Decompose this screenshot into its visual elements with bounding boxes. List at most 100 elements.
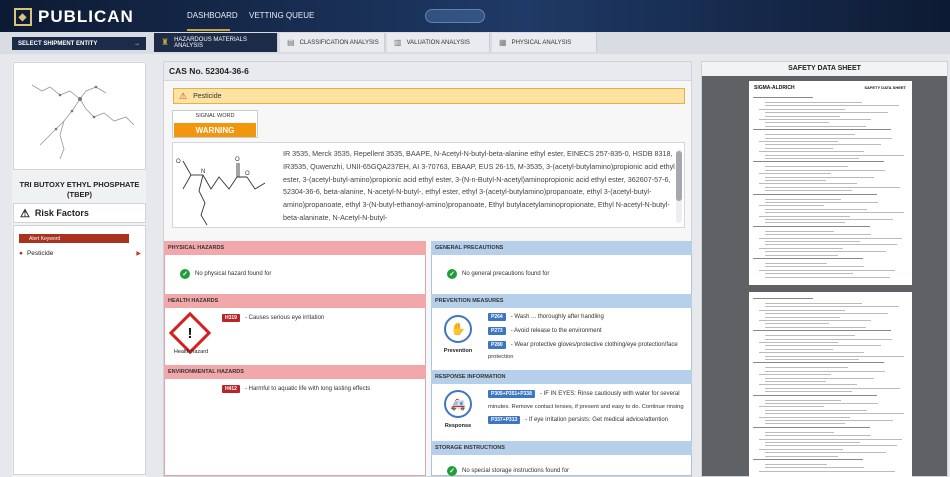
svg-text:O: O	[176, 159, 181, 165]
sds-line	[765, 244, 897, 246]
warning-triangle-icon: ⚠	[20, 207, 30, 220]
response-label: Response	[444, 423, 472, 429]
tab-classification[interactable]: ▤ CLASSIFICATION ANALYSIS	[280, 33, 385, 52]
check-circle-icon: ✓	[447, 466, 457, 476]
physical-hazards-row: ✓ No physical hazard found for	[180, 269, 271, 279]
alert-keyword-badge[interactable]: Alert Keyword	[19, 234, 129, 243]
warning-triangle-icon: ⚠	[179, 90, 188, 101]
prevention-item: P264 - Wash ... thoroughly after handlin…	[488, 313, 604, 321]
hazard-code-badge: H412	[222, 385, 240, 393]
sds-line	[765, 222, 845, 224]
sds-line	[765, 306, 899, 308]
app-logo[interactable]: ◆ PUBLICAN	[14, 7, 134, 27]
sds-line	[765, 147, 833, 149]
check-circle-icon: ✓	[447, 269, 457, 279]
storage-row: ✓ No special storage instructions found …	[447, 466, 569, 476]
precaution-code-badge: P280	[488, 341, 506, 349]
sds-line	[765, 409, 867, 411]
sds-line	[765, 338, 892, 340]
synonyms-box: O O N O IR 3535, Merck 3535, Repellent 3…	[172, 142, 685, 228]
tab-label: CLASSIFICATION ANALYSIS	[299, 39, 379, 46]
sds-line	[765, 212, 904, 214]
sds-line	[765, 423, 845, 425]
sds-line	[765, 202, 878, 203]
sds-line	[765, 455, 838, 457]
category-label: Pesticide	[193, 92, 222, 100]
glove-icon: ✋	[444, 315, 472, 343]
sds-line	[765, 105, 899, 107]
sds-line	[765, 112, 888, 114]
sds-line	[759, 374, 831, 376]
shipment-entity-selector[interactable]: SELECT SHIPMENT ENTITY →	[12, 37, 146, 50]
sds-line	[753, 330, 891, 332]
signal-word-box: SIGNAL WORD WARNING	[172, 110, 258, 138]
precaution-text-continued: minutes. Remove contact lenses, if prese…	[488, 404, 684, 410]
sds-line	[765, 158, 859, 159]
sds-line	[765, 377, 874, 379]
synonyms-text: IR 3535, Merck 3535, Repellent 3535, BAA…	[283, 149, 675, 222]
prevention-item: P273 - Avoid release to the environment	[488, 327, 602, 335]
svg-text:N: N	[201, 169, 205, 175]
risk-factors-list: Alert Keyword ● Pesticide ▶	[13, 225, 146, 475]
sds-line	[765, 219, 893, 220]
sds-line	[759, 205, 824, 207]
sds-line	[765, 359, 859, 360]
sds-line	[753, 258, 863, 259]
cas-number-header: CAS No. 52304-36-6	[164, 62, 691, 81]
sds-line	[753, 298, 813, 299]
general-precautions-header: GENERAL PRECAUTIONS	[431, 241, 692, 255]
sds-line	[765, 144, 881, 146]
sds-line	[753, 129, 891, 131]
sds-line	[765, 251, 886, 253]
ambulance-icon: 🚑	[444, 390, 472, 418]
sds-line	[765, 303, 862, 304]
sds-page-2[interactable]	[749, 292, 912, 477]
selector-label: SELECT SHIPMENT ENTITY	[18, 40, 98, 47]
sds-line	[765, 166, 848, 168]
tab-hazardous-materials[interactable]: ♜ HAZARDOUS MATERIALS ANALYSIS	[154, 33, 278, 52]
sds-line	[765, 254, 838, 256]
precaution-text: - IF IN EYES: Rinse cautiously with wate…	[539, 391, 680, 397]
sds-line	[765, 355, 904, 357]
synonyms-scrollbar[interactable]	[676, 149, 682, 223]
sds-line	[765, 273, 853, 275]
sds-line	[759, 470, 895, 472]
sds-line	[765, 241, 860, 242]
hazard-statement: - Causes serious eye irritation	[244, 315, 325, 321]
sds-line	[765, 370, 885, 372]
risk-item-pesticide[interactable]: ● Pesticide ▶	[19, 250, 141, 257]
physical-hazards-text: No physical hazard found for	[195, 271, 272, 277]
environmental-hazards-header: ENVIRONMENTAL HAZARDS	[164, 365, 426, 379]
sds-line	[759, 352, 864, 354]
tab-valuation[interactable]: ▥ VALUATION ANALYSIS	[387, 33, 490, 52]
sds-page-1[interactable]: SIGMA-ALDRICH SAFETY DATA SHEET	[749, 81, 912, 285]
storage-text: No special storage instructions found fo…	[462, 468, 570, 474]
sds-line	[753, 97, 813, 98]
physical-icon: ▦	[499, 38, 507, 47]
sds-line	[765, 230, 834, 232]
sds-line	[765, 452, 886, 454]
sds-line	[765, 367, 848, 369]
nav-dashboard[interactable]: DASHBOARD	[187, 11, 238, 20]
bullet-icon: ●	[19, 250, 23, 257]
sds-line	[759, 269, 895, 271]
tab-physical[interactable]: ▦ PHYSICAL ANALYSIS	[492, 33, 597, 52]
response-item: P337+P313 - If eye irritation persists: …	[488, 416, 668, 424]
sds-line	[753, 225, 870, 227]
sds-line	[765, 134, 855, 136]
sds-line	[765, 190, 852, 192]
sds-line	[765, 467, 864, 469]
svg-text:O: O	[245, 171, 250, 177]
structure-svg: O O N O	[176, 157, 266, 226]
sds-line	[759, 416, 850, 418]
sds-line	[765, 403, 878, 404]
sds-line	[765, 335, 855, 337]
precaution-code-badge: P264	[488, 313, 506, 321]
sds-line	[765, 420, 893, 421]
risk-item-label: Pesticide	[26, 250, 54, 257]
nav-vetting-queue[interactable]: VETTING QUEUE	[249, 11, 314, 20]
sds-line	[765, 263, 827, 264]
scrollbar-thumb[interactable]	[676, 151, 682, 201]
sds-line	[759, 342, 838, 343]
sds-line	[753, 426, 870, 428]
